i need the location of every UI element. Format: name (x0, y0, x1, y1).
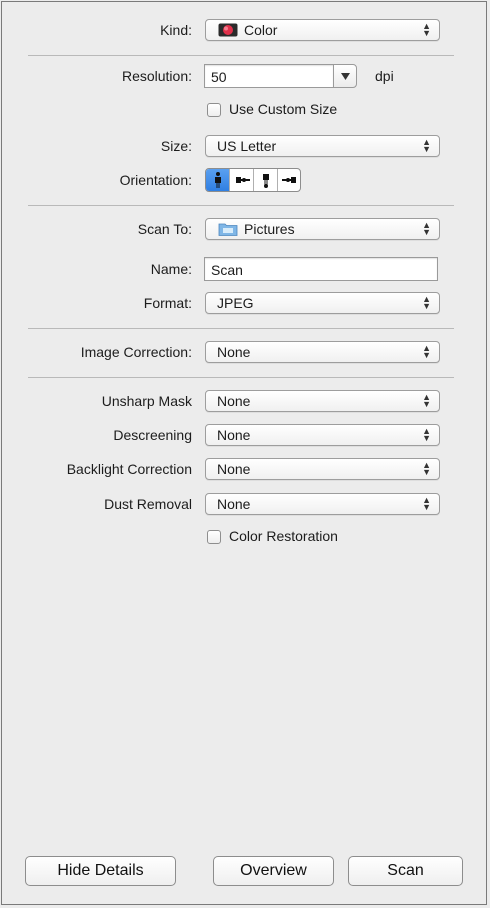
resolution-combo: 50 (204, 64, 358, 88)
descreening-popup[interactable]: None ▲ ▼ (205, 424, 440, 446)
scan-button[interactable]: Scan (348, 856, 463, 886)
descreening-label: Descreening (113, 427, 192, 443)
resolution-field[interactable]: 50 (204, 64, 334, 88)
overview-button[interactable]: Overview (213, 856, 334, 886)
size-row: Size: US Letter ▲ ▼ (0, 134, 490, 160)
popup-arrows-icon: ▲ ▼ (422, 460, 431, 477)
popup-arrows-icon: ▲ ▼ (422, 426, 431, 443)
orientation-right-button[interactable] (278, 169, 300, 191)
resolution-row: Resolution: 50 dpi (0, 64, 490, 90)
resolution-label: Resolution: (121, 68, 192, 84)
kind-row: Kind: Color ▲ ▼ (0, 18, 490, 44)
backlight-correction-value: None (217, 461, 251, 477)
format-label: Format: (143, 295, 192, 311)
portrait-upright-icon (215, 172, 221, 188)
popup-arrows-icon: ▲ ▼ (422, 392, 431, 409)
unsharp-mask-popup[interactable]: None ▲ ▼ (205, 390, 440, 412)
orientation-portrait-button[interactable] (206, 169, 230, 191)
color-restoration-checkbox[interactable] (207, 530, 221, 544)
backlight-correction-row: Backlight Correction None ▲ ▼ (0, 457, 490, 483)
orientation-segmented-control (205, 168, 301, 192)
format-popup[interactable]: JPEG ▲ ▼ (205, 292, 440, 314)
image-correction-label: Image Correction: (80, 344, 192, 360)
orientation-left-button[interactable] (230, 169, 254, 191)
separator (28, 205, 454, 206)
kind-popup[interactable]: Color ▲ ▼ (205, 19, 440, 41)
folder-icon (218, 223, 238, 236)
backlight-correction-popup[interactable]: None ▲ ▼ (205, 458, 440, 480)
custom-size-checkbox[interactable] (207, 103, 221, 117)
descreening-value: None (217, 427, 251, 443)
separator (28, 377, 454, 378)
unsharp-mask-row: Unsharp Mask None ▲ ▼ (0, 389, 490, 415)
separator (28, 55, 454, 56)
image-correction-value: None (217, 344, 251, 360)
name-label: Name: (150, 261, 192, 277)
portrait-inverted-icon (263, 174, 269, 188)
scan-to-label: Scan To: (137, 221, 192, 237)
scan-to-popup[interactable]: Pictures ▲ ▼ (205, 218, 440, 240)
hide-details-button[interactable]: Hide Details (25, 856, 176, 886)
resolution-dropdown-button[interactable] (333, 64, 357, 88)
dust-removal-row: Dust Removal None ▲ ▼ (0, 492, 490, 518)
size-label: Size: (160, 138, 192, 154)
orientation-label: Orientation: (119, 172, 192, 188)
popup-arrows-icon: ▲ ▼ (422, 137, 431, 154)
color-restoration-row: Color Restoration (0, 527, 490, 553)
rotate-left-icon (236, 177, 250, 183)
descreening-row: Descreening None ▲ ▼ (0, 423, 490, 449)
orientation-inverted-button[interactable] (254, 169, 278, 191)
format-value: JPEG (217, 295, 254, 311)
custom-size-label[interactable]: Use Custom Size (229, 101, 337, 117)
image-correction-row: Image Correction: None ▲ ▼ (0, 340, 490, 366)
kind-label: Kind: (160, 22, 192, 38)
scan-to-value: Pictures (244, 221, 295, 237)
popup-arrows-icon: ▲ ▼ (422, 294, 431, 311)
kind-value: Color (244, 22, 278, 38)
color-restoration-label[interactable]: Color Restoration (229, 528, 338, 544)
popup-arrows-icon: ▲ ▼ (422, 495, 431, 512)
unsharp-mask-value: None (217, 393, 251, 409)
rotate-right-icon (282, 177, 296, 183)
dust-removal-value: None (217, 496, 251, 512)
name-row: Name: Scan (0, 257, 490, 283)
name-input[interactable]: Scan (204, 257, 438, 281)
dust-removal-popup[interactable]: None ▲ ▼ (205, 493, 440, 515)
image-correction-popup[interactable]: None ▲ ▼ (205, 341, 440, 363)
popup-arrows-icon: ▲ ▼ (422, 220, 431, 237)
popup-arrows-icon: ▲ ▼ (422, 21, 431, 38)
resolution-unit: dpi (375, 68, 394, 84)
triangle-down-icon (341, 73, 350, 80)
format-row: Format: JPEG ▲ ▼ (0, 291, 490, 317)
unsharp-mask-label: Unsharp Mask (101, 393, 192, 409)
custom-size-row: Use Custom Size (0, 100, 490, 126)
size-popup[interactable]: US Letter ▲ ▼ (205, 135, 440, 157)
backlight-correction-label: Backlight Correction (66, 461, 192, 477)
orientation-row: Orientation: (0, 168, 490, 194)
size-value: US Letter (217, 138, 277, 154)
scan-to-row: Scan To: Pictures ▲ ▼ (0, 217, 490, 243)
popup-arrows-icon: ▲ ▼ (422, 343, 431, 360)
separator (28, 328, 454, 329)
color-mode-icon (218, 23, 238, 37)
dust-removal-label: Dust Removal (104, 496, 192, 512)
